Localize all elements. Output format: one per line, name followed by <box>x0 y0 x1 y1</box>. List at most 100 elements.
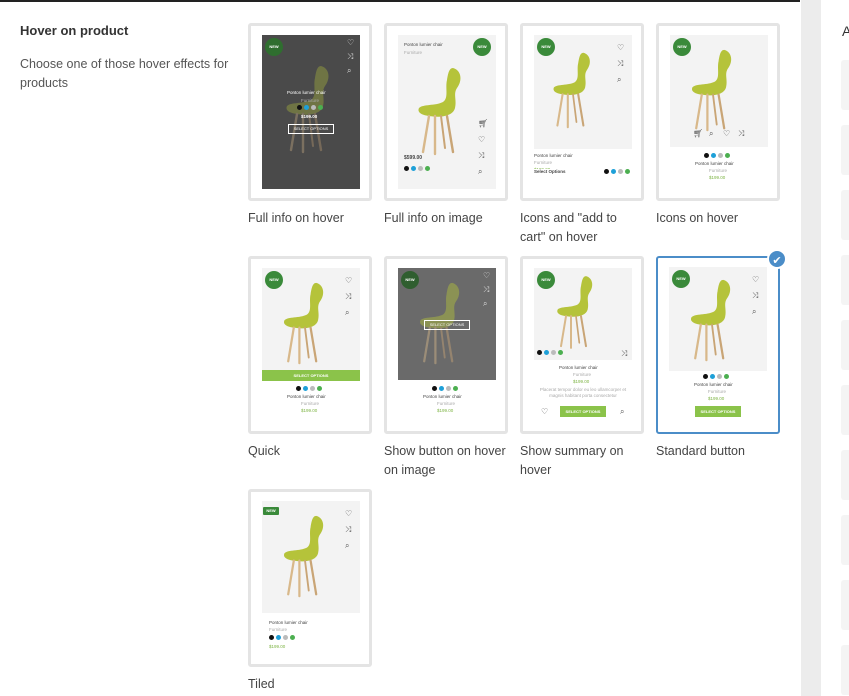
swatch[interactable] <box>604 169 609 174</box>
swatch[interactable] <box>418 166 423 171</box>
swatch[interactable] <box>618 169 623 174</box>
swatch[interactable] <box>453 386 458 391</box>
option-thumbnail[interactable]: NEW Ponton lumier chair Furniture 🛒︎ ♡ ⤨… <box>384 23 508 201</box>
swatch[interactable] <box>544 350 549 355</box>
color-swatches <box>703 374 729 379</box>
option-show-summary-on-hover[interactable]: NEW ⤨ Ponton lumier chair Furniture $199… <box>520 256 644 480</box>
swatch[interactable] <box>724 374 729 379</box>
swatch[interactable] <box>625 169 630 174</box>
heart-icon[interactable]: ♡ <box>752 276 759 284</box>
swatch[interactable] <box>297 105 302 110</box>
heart-icon[interactable]: ♡ <box>723 130 730 138</box>
option-full-info-on-hover[interactable]: NEW ♡ ⤨ ⌕ Ponton lumier chair Furniture … <box>248 23 372 228</box>
swatch[interactable] <box>304 105 309 110</box>
select-options-button[interactable]: SELECT OPTIONS <box>288 124 334 134</box>
option-thumbnail[interactable]: NEW ♡ ⤨ ⌕ SELECT OPTIONS Ponton lumier c… <box>384 256 508 434</box>
heart-icon[interactable]: ♡ <box>617 44 624 52</box>
swatch[interactable] <box>425 166 430 171</box>
heart-icon[interactable]: ♡ <box>478 136 485 144</box>
swatch[interactable] <box>303 386 308 391</box>
swatch[interactable] <box>290 635 295 640</box>
select-options-button[interactable]: SELECT OPTIONS <box>695 406 741 417</box>
swatch[interactable] <box>439 386 444 391</box>
shuffle-icon[interactable]: ⤨ <box>345 526 351 534</box>
search-icon[interactable]: ⌕ <box>617 76 621 84</box>
shuffle-icon[interactable]: ⤨ <box>478 152 484 160</box>
swatch[interactable] <box>311 105 316 110</box>
search-icon[interactable]: ⌕ <box>345 309 349 317</box>
heart-icon[interactable]: ♡ <box>345 510 352 518</box>
swatch[interactable] <box>725 153 730 158</box>
shuffle-icon[interactable]: ⤨ <box>347 53 353 61</box>
right-panel-box[interactable] <box>841 645 849 695</box>
option-full-info-on-image[interactable]: NEW Ponton lumier chair Furniture 🛒︎ ♡ ⤨… <box>384 23 508 228</box>
swatch[interactable] <box>296 386 301 391</box>
shuffle-icon[interactable]: ⤨ <box>752 292 758 300</box>
option-tiled[interactable]: NEW ♡ ⤨ ⌕ Ponton lumier chair Furniture … <box>248 489 372 694</box>
select-options-link[interactable]: Select Options <box>534 169 566 174</box>
search-icon[interactable]: ⌕ <box>709 130 713 138</box>
search-icon[interactable]: ⌕ <box>620 408 624 416</box>
option-thumbnail[interactable]: NEW ♡ ⤨ ⌕ Ponton lumier chair Furniture … <box>520 23 644 201</box>
search-icon[interactable]: ⌕ <box>345 542 349 550</box>
swatch[interactable] <box>717 374 722 379</box>
select-options-button[interactable]: SELECT OPTIONS <box>424 320 470 330</box>
heart-icon[interactable]: ♡ <box>483 272 490 280</box>
option-show-button-on-hover[interactable]: NEW ♡ ⤨ ⌕ SELECT OPTIONS Ponton lumier c… <box>384 256 508 480</box>
search-icon[interactable]: ⌕ <box>752 308 756 316</box>
option-quick[interactable]: NEW ♡ ⤨ ⌕ SELECT OPTIONS Ponton lumier c… <box>248 256 372 461</box>
heart-icon[interactable]: ♡ <box>541 408 548 416</box>
swatch[interactable] <box>537 350 542 355</box>
swatch[interactable] <box>317 386 322 391</box>
swatch[interactable] <box>310 386 315 391</box>
option-icons-add-to-cart[interactable]: NEW ♡ ⤨ ⌕ Ponton lumier chair Furniture … <box>520 23 644 247</box>
option-thumbnail[interactable]: NEW ♡ ⤨ ⌕ Ponton lumier chair Furniture … <box>656 256 780 434</box>
shuffle-icon[interactable]: ⤨ <box>738 130 744 138</box>
right-panel-box[interactable] <box>841 385 849 435</box>
swatch[interactable] <box>269 635 274 640</box>
heart-icon[interactable]: ♡ <box>345 277 352 285</box>
swatch[interactable] <box>283 635 288 640</box>
swatch[interactable] <box>558 350 563 355</box>
search-icon[interactable]: ⌕ <box>347 67 351 75</box>
right-panel-box[interactable] <box>841 450 849 500</box>
option-thumbnail[interactable]: NEW ♡ ⤨ ⌕ Ponton lumier chair Furniture … <box>248 23 372 201</box>
right-panel-box[interactable] <box>841 125 849 175</box>
swatch[interactable] <box>710 374 715 379</box>
cart-icon[interactable]: 🛒︎ <box>478 120 488 128</box>
option-icons-on-hover[interactable]: NEW 🛒︎ ⌕ ♡ ⤨ Ponton lumier chair Furnitu… <box>656 23 780 228</box>
swatch[interactable] <box>411 166 416 171</box>
select-options-bar[interactable]: SELECT OPTIONS <box>262 370 360 381</box>
option-thumbnail[interactable]: NEW ⤨ Ponton lumier chair Furniture $199… <box>520 256 644 434</box>
right-panel-box[interactable] <box>841 320 849 370</box>
swatch[interactable] <box>611 169 616 174</box>
search-icon[interactable]: ⌕ <box>483 300 487 308</box>
shuffle-icon[interactable]: ⤨ <box>621 350 627 358</box>
heart-icon[interactable]: ♡ <box>347 39 354 47</box>
search-icon[interactable]: ⌕ <box>478 168 482 176</box>
swatch[interactable] <box>404 166 409 171</box>
swatch[interactable] <box>703 374 708 379</box>
right-panel-box[interactable] <box>841 190 849 240</box>
shuffle-icon[interactable]: ⤨ <box>483 286 489 294</box>
right-panel-box[interactable] <box>841 60 849 110</box>
shuffle-icon[interactable]: ⤨ <box>345 293 351 301</box>
right-panel-box[interactable] <box>841 580 849 630</box>
right-panel-box[interactable] <box>841 515 849 565</box>
swatch[interactable] <box>276 635 281 640</box>
shuffle-icon[interactable]: ⤨ <box>617 60 623 68</box>
swatch[interactable] <box>432 386 437 391</box>
option-standard-button[interactable]: ✔ NEW ♡ ⤨ ⌕ Ponton lumier chair Furnitur… <box>656 249 787 461</box>
swatch[interactable] <box>551 350 556 355</box>
swatch[interactable] <box>318 105 323 110</box>
option-thumbnail[interactable]: NEW ♡ ⤨ ⌕ SELECT OPTIONS Ponton lumier c… <box>248 256 372 434</box>
cart-icon[interactable]: 🛒︎ <box>693 130 703 138</box>
swatch[interactable] <box>711 153 716 158</box>
option-thumbnail[interactable]: NEW 🛒︎ ⌕ ♡ ⤨ Ponton lumier chair Furnitu… <box>656 23 780 201</box>
right-panel-box[interactable] <box>841 255 849 305</box>
swatch[interactable] <box>446 386 451 391</box>
select-options-button[interactable]: SELECT OPTIONS <box>560 406 606 417</box>
swatch[interactable] <box>718 153 723 158</box>
swatch[interactable] <box>704 153 709 158</box>
option-thumbnail[interactable]: NEW ♡ ⤨ ⌕ Ponton lumier chair Furniture … <box>248 489 372 667</box>
